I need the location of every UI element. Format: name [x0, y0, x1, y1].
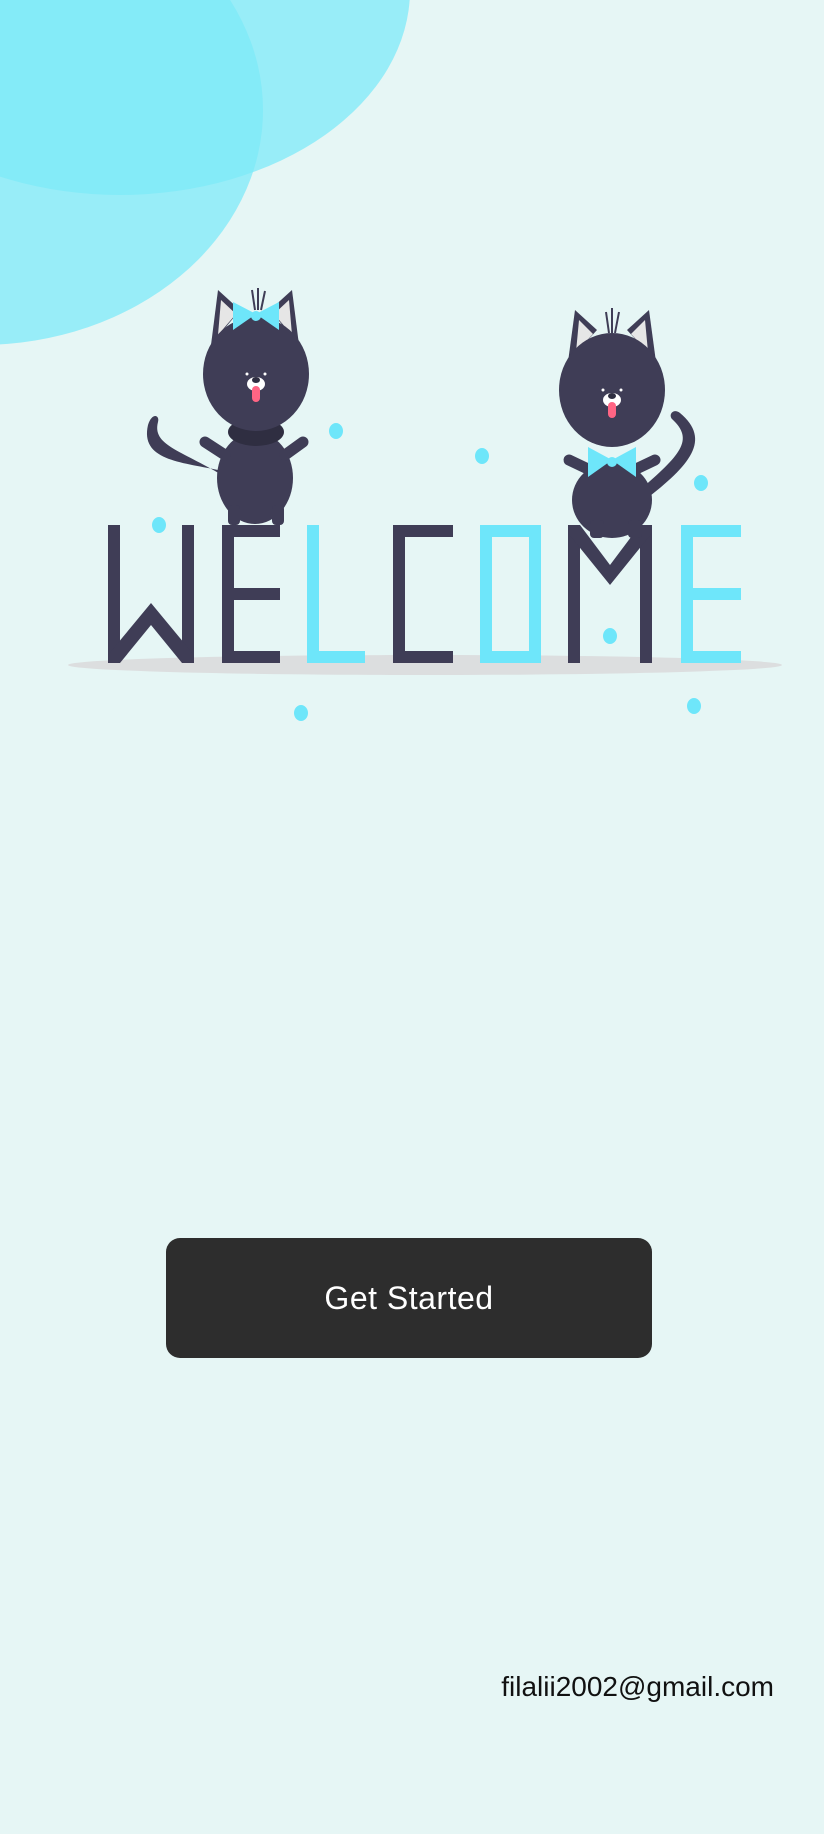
- cat-right: [559, 308, 696, 538]
- letter-w: [108, 525, 194, 663]
- letter-o: [480, 525, 541, 663]
- letter-e-1: [222, 525, 280, 663]
- footer-email: filalii2002@gmail.com: [501, 1671, 774, 1702]
- cat-left: [146, 288, 309, 525]
- letter-e-2: [681, 525, 741, 663]
- letter-c: [393, 525, 453, 663]
- letter-l: [307, 525, 365, 663]
- welcome-illustration: [68, 288, 782, 721]
- get-started-button[interactable]: Get Started: [166, 1238, 652, 1358]
